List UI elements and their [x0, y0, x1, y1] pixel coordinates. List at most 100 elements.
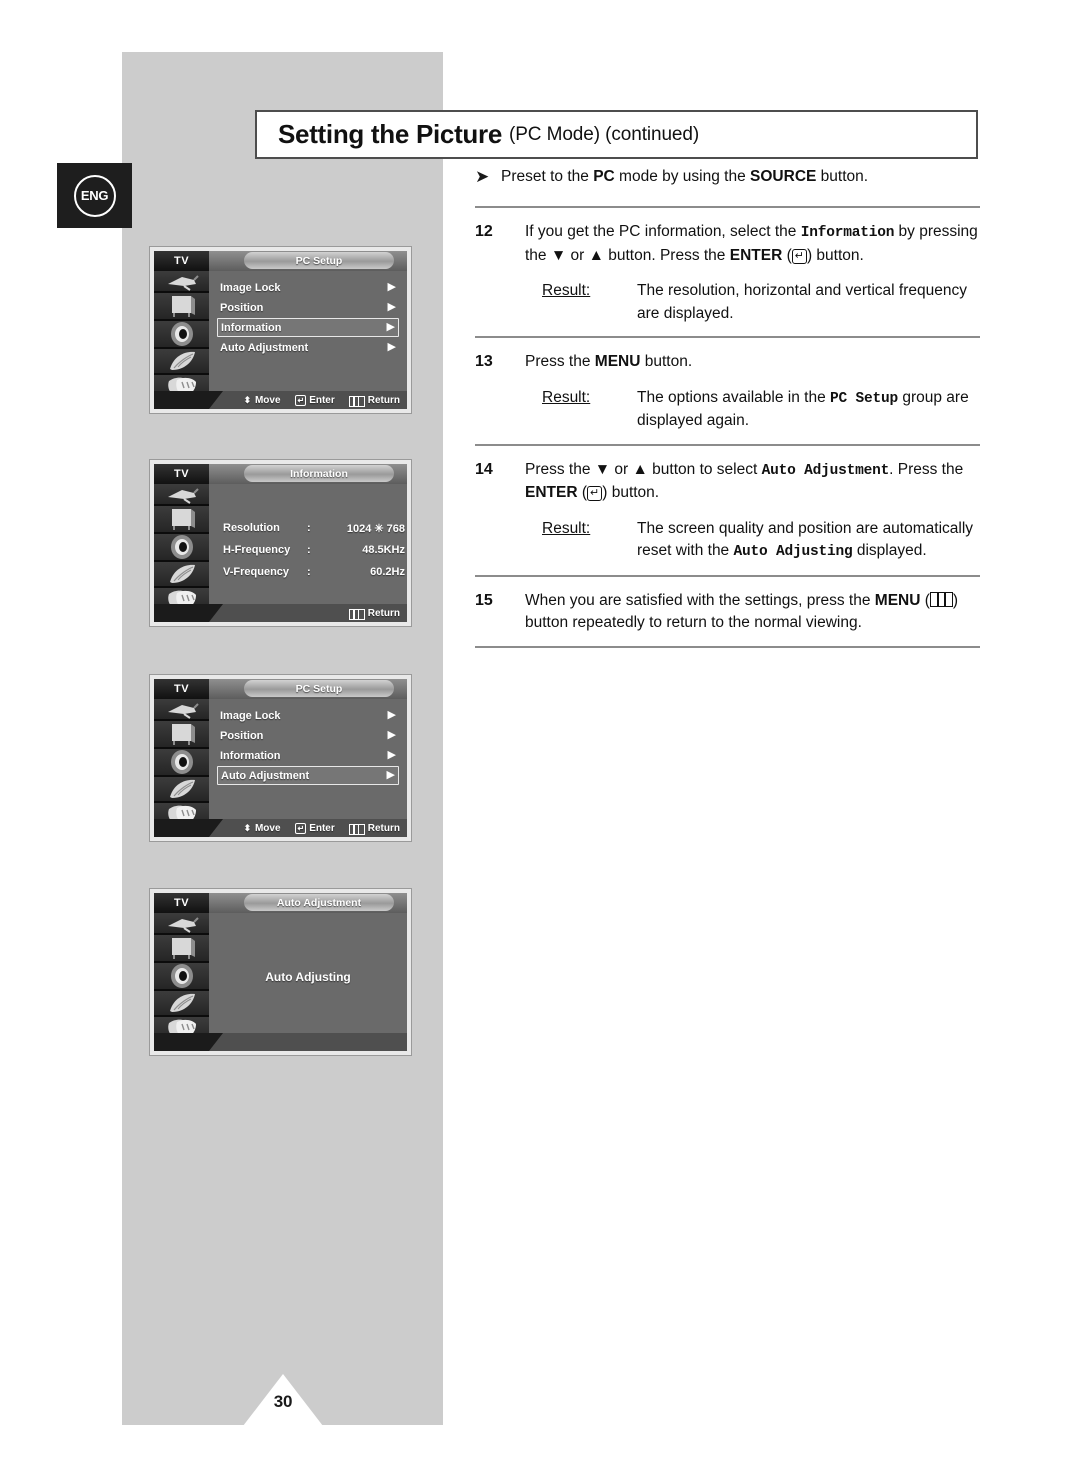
osd-icon-rail: [154, 913, 209, 1043]
divider: [475, 645, 980, 648]
osd-footer-hint[interactable]: Return: [348, 394, 400, 407]
step-14: 14 Press the ▼ or ▲ button to select Aut…: [475, 446, 980, 575]
osd-menu-item-selected[interactable]: Information ▶: [217, 318, 399, 337]
osd-footer-hint[interactable]: ↵ Enter: [294, 822, 335, 834]
osd-footer-hint-label: Return: [367, 394, 400, 406]
chevron-right-icon: ▶: [387, 729, 396, 741]
feather-icon[interactable]: [154, 349, 209, 375]
osd-menu-item[interactable]: Position ▶: [217, 726, 399, 745]
page-title-box: Setting the Picture (PC Mode) (continued…: [255, 110, 978, 159]
step-12: 12 If you get the PC information, select…: [475, 208, 980, 336]
osd-screenshot-pc-setup-auto-adjustment: TV PC Setup Image Lock ▶ Position ▶ Informatio…: [149, 674, 412, 842]
step-result: Result: The options available in the PC …: [525, 387, 980, 433]
tv-set-icon[interactable]: [154, 721, 209, 749]
osd-footer-step: [154, 819, 223, 837]
osd-menu-list: Image Lock ▶ Position ▶ Information ▶ Auto Adj…: [209, 271, 407, 391]
osd-menu-item-label: Information: [220, 749, 281, 762]
osd-screen: TV Auto Adjustment Auto Adjusting: [154, 893, 407, 1051]
osd-screenshot-information: TV Information Resolution: 1024 ✳ 768 H-Freq…: [149, 459, 412, 627]
osd-menu-item-label: Auto Adjustment: [220, 341, 309, 354]
step-text: Press the ▼ or ▲ button to select Auto A…: [525, 460, 964, 501]
osd-center-message: Auto Adjusting: [265, 969, 351, 984]
language-badge-label: ENG: [73, 174, 116, 217]
speaker-icon[interactable]: [154, 534, 209, 562]
osd-device-label: TV: [154, 464, 209, 484]
chevron-right-icon: ▶: [386, 769, 395, 781]
speaker-icon[interactable]: [154, 963, 209, 991]
chevron-right-icon: ▶: [387, 749, 396, 761]
osd-footer-hint[interactable]: Return: [348, 823, 400, 835]
osd-info-table: Resolution: 1024 ✳ 768 H-Frequency: 48.5KHz…: [209, 484, 407, 604]
antenna-icon[interactable]: [154, 699, 209, 721]
tv-set-icon[interactable]: [154, 293, 209, 321]
osd-footer-step: [154, 1033, 223, 1051]
osd-device-label: TV: [154, 679, 209, 699]
osd-screen: TV PC Setup Image Lock ▶ Position ▶ Informatio…: [154, 251, 407, 409]
osd-footer-hint[interactable]: ⬍ Move: [243, 395, 281, 406]
osd-menu-item-selected[interactable]: Auto Adjustment ▶: [217, 766, 399, 785]
osd-message-area: Auto Adjusting: [209, 913, 407, 1033]
result-label: Result:: [542, 282, 591, 299]
updown-arrow-icon: ⬍: [243, 394, 252, 405]
osd-menu-item[interactable]: Information ▶: [217, 746, 399, 765]
enter-icon: ↵: [294, 394, 307, 406]
osd-footer: Return: [154, 604, 407, 622]
osd-info-row: Resolution: 1024 ✳ 768: [223, 517, 407, 539]
osd-footer-hint[interactable]: Return: [348, 608, 400, 620]
preset-note-text: Preset to the PC mode by using the SOURC…: [501, 168, 869, 185]
osd-footer-hint[interactable]: ↵ Enter: [294, 394, 335, 406]
step-number: 14: [475, 460, 493, 478]
chevron-right-icon: ▶: [387, 341, 396, 353]
osd-info-key: Resolution: [223, 522, 280, 534]
osd-title: Information: [244, 465, 394, 482]
arrow-bullet-icon: ➤: [475, 167, 490, 186]
osd-menu-item[interactable]: Image Lock ▶: [217, 278, 399, 297]
osd-footer-hint-label: Move: [254, 822, 281, 834]
enter-icon: ↵: [791, 248, 807, 264]
osd-body: Auto Adjusting: [154, 913, 407, 1043]
osd-info-value: 1024 ✳ 768: [346, 522, 405, 535]
osd-footer: ⬍ Move ↵ Enter Return: [154, 819, 407, 837]
result-label: Result:: [542, 519, 591, 537]
osd-menu-item-label: Position: [220, 729, 264, 742]
osd-footer-hint[interactable]: ⬍ Move: [243, 823, 281, 834]
step-text: If you get the PC information, select th…: [525, 223, 978, 264]
speaker-icon[interactable]: [154, 749, 209, 777]
osd-menu-item[interactable]: Auto Adjustment ▶: [217, 338, 399, 357]
osd-screenshot-pc-setup-information: TV PC Setup Image Lock ▶ Position ▶ Informatio…: [149, 246, 412, 414]
osd-menu-item-label: Auto Adjustment: [221, 769, 310, 782]
osd-info-row: H-Frequency: 48.5KHz: [223, 539, 407, 561]
osd-screenshot-auto-adjusting: TV Auto Adjustment Auto Adjusting: [149, 888, 412, 1056]
osd-device-label: TV: [154, 251, 209, 271]
osd-icon-rail: [154, 699, 209, 829]
osd-screen: TV PC Setup Image Lock ▶ Position ▶ Informatio…: [154, 679, 407, 837]
osd-body: Image Lock ▶ Position ▶ Information ▶ Auto Adj…: [154, 699, 407, 829]
chevron-right-icon: ▶: [386, 321, 395, 333]
step-13: 13 Press the MENU button. Result: The op…: [475, 338, 980, 444]
osd-footer-hint-label: Enter: [309, 822, 335, 834]
osd-menu-list: Image Lock ▶ Position ▶ Information ▶ Auto Adj…: [209, 699, 407, 819]
osd-menu-item[interactable]: Image Lock ▶: [217, 706, 399, 725]
feather-icon[interactable]: [154, 562, 209, 588]
tv-set-icon[interactable]: [154, 506, 209, 534]
feather-icon[interactable]: [154, 777, 209, 803]
osd-info-colon: :: [307, 566, 311, 578]
osd-info-colon: :: [307, 544, 311, 556]
chevron-right-icon: ▶: [387, 281, 396, 293]
osd-title: PC Setup: [244, 680, 394, 697]
enter-icon: ↵: [587, 486, 603, 501]
osd-menu-item-label: Image Lock: [220, 281, 281, 294]
osd-body: Resolution: 1024 ✳ 768 H-Frequency: 48.5KHz…: [154, 484, 407, 614]
osd-info-value: 60.2Hz: [370, 566, 405, 578]
antenna-icon[interactable]: [154, 484, 209, 506]
antenna-icon[interactable]: [154, 271, 209, 293]
osd-info-key: V-Frequency: [223, 566, 290, 578]
osd-header: TV Auto Adjustment: [154, 893, 407, 913]
osd-menu-item[interactable]: Position ▶: [217, 298, 399, 317]
menu-icon: [929, 591, 953, 607]
feather-icon[interactable]: [154, 991, 209, 1017]
tv-set-icon[interactable]: [154, 935, 209, 963]
antenna-icon[interactable]: [154, 913, 209, 935]
speaker-icon[interactable]: [154, 321, 209, 349]
return-icon: [348, 823, 365, 835]
